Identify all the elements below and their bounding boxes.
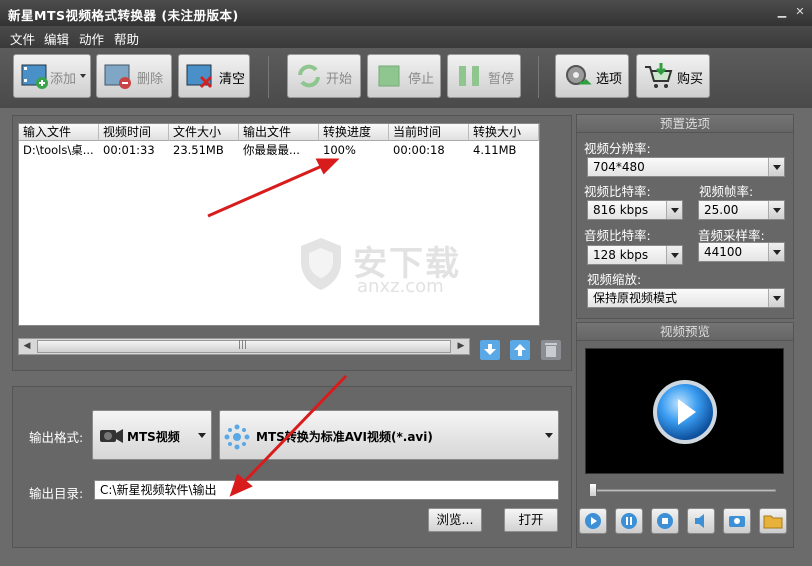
film-add-icon [21,64,48,89]
shopping-cart-icon [645,63,673,88]
menu-help[interactable]: 帮助 [114,29,139,48]
start-button[interactable]: 开始 [287,54,361,98]
speaker-icon [695,514,704,528]
output-dir-input[interactable]: C:\新星视频软件\输出 [94,480,559,500]
stop-button[interactable]: 停止 [367,54,441,98]
file-list-header: 输入文件 视频时间 文件大小 输出文件 转换进度 当前时间 转换大小 [19,124,539,141]
chevron-down-icon [198,433,206,438]
refresh-icon [298,64,320,88]
framerate-label: 视频帧率: [699,184,754,199]
file-list[interactable]: 输入文件 视频时间 文件大小 输出文件 转换进度 当前时间 转换大小 D:\to… [18,123,540,326]
output-dir-label: 输出目录: [29,486,84,501]
menu-file[interactable]: 文件 [10,29,35,48]
output-format-label: 输出格式: [29,430,84,445]
column-converted-size[interactable]: 转换大小 [469,124,539,141]
menu-action[interactable]: 动作 [79,29,104,48]
column-file-size[interactable]: 文件大小 [169,124,239,141]
stop-small-icon [657,513,673,529]
chevron-down-icon [666,201,682,219]
presets-title: 预置选项 [577,115,793,133]
scrollbar-thumb[interactable]: ||| [37,340,451,353]
output-format-dropdown[interactable]: MTS转换为标准AVI视频(*.avi) [219,410,559,460]
format-category-dropdown[interactable]: MTS视频 [92,410,212,460]
gear-icon [566,65,592,85]
buy-button[interactable]: 购买 [636,54,710,98]
scroll-right-icon[interactable]: ▶ [453,339,469,354]
folder-icon [763,515,783,529]
title-bar: 新星MTS视频格式转换器 (未注册版本) ▁ ✕ [0,0,812,26]
pause-button[interactable]: 暂停 [447,54,521,98]
camcorder-icon [100,429,123,443]
open-button[interactable]: 打开 [504,508,558,532]
watermark-url: anxz.com [357,276,444,297]
scale-select[interactable]: 保持原视频模式 [587,288,785,308]
play-button[interactable] [579,508,607,534]
browse-button[interactable]: 浏览... [428,508,482,532]
toolbar: 添加 删除 清空 开始 停止 暂停 选项 购买 [0,48,812,108]
chevron-down-icon [666,246,682,264]
chevron-down-icon [768,201,784,219]
play-small-icon [585,513,601,529]
volume-button[interactable] [687,508,715,534]
delete-button[interactable]: 删除 [96,54,172,98]
snapshot-button[interactable] [723,508,751,534]
chevron-down-icon [768,289,784,307]
video-bitrate-select[interactable]: 816 kbps [587,200,683,220]
stop-preview-button[interactable] [651,508,679,534]
chevron-down-icon [80,74,86,78]
resolution-label: 视频分辨率: [584,141,651,156]
scroll-left-icon[interactable]: ◀ [19,339,35,354]
minimize-button[interactable]: ▁ [776,6,788,18]
options-button[interactable]: 选项 [555,54,629,98]
audio-bitrate-select[interactable]: 128 kbps [587,245,683,265]
column-output-file[interactable]: 输出文件 [239,124,319,141]
window-title: 新星MTS视频格式转换器 (未注册版本) [8,8,239,23]
move-down-button[interactable] [480,340,500,360]
chevron-down-icon [545,433,553,438]
trash-button[interactable] [541,340,561,360]
pause-preview-button[interactable] [615,508,643,534]
menu-bar: 文件 编辑 动作 帮助 [0,26,812,48]
toolbar-separator [538,56,539,98]
column-input-file[interactable]: 输入文件 [19,124,99,141]
format-dots-icon [224,424,250,450]
chevron-down-icon [768,243,784,261]
stop-icon [378,65,400,87]
preview-title: 视频预览 [577,323,793,341]
seek-slider[interactable] [590,489,776,492]
close-button[interactable]: ✕ [794,6,806,18]
samplerate-select[interactable]: 44100 [698,242,785,262]
column-current-time[interactable]: 当前时间 [389,124,469,141]
film-delete-icon [104,64,131,89]
camera-icon [729,516,745,527]
move-up-button[interactable] [510,340,530,360]
video-bitrate-label: 视频比特率: [584,184,651,199]
pause-icon [459,66,479,86]
column-progress[interactable]: 转换进度 [319,124,389,141]
video-preview[interactable] [585,348,784,474]
audio-bitrate-label: 音频比特率: [584,228,651,243]
column-video-time[interactable]: 视频时间 [99,124,169,141]
menu-edit[interactable]: 编辑 [44,29,69,48]
pause-small-icon [621,513,637,529]
scale-label: 视频缩放: [587,272,642,287]
add-button[interactable]: 添加 [13,54,91,98]
clear-button[interactable]: 清空 [178,54,250,98]
grip-icon: ||| [238,340,248,350]
seek-slider-thumb[interactable] [589,483,597,497]
film-clear-icon [186,64,213,89]
resolution-select[interactable]: 704*480 [587,157,785,177]
open-folder-button[interactable] [759,508,787,534]
chevron-down-icon [768,158,784,176]
shield-watermark-icon [301,238,341,290]
framerate-select[interactable]: 25.00 [698,200,785,220]
horizontal-scrollbar[interactable]: ◀ ||| ▶ [18,338,470,355]
toolbar-separator [268,56,269,98]
play-icon[interactable] [650,377,720,447]
